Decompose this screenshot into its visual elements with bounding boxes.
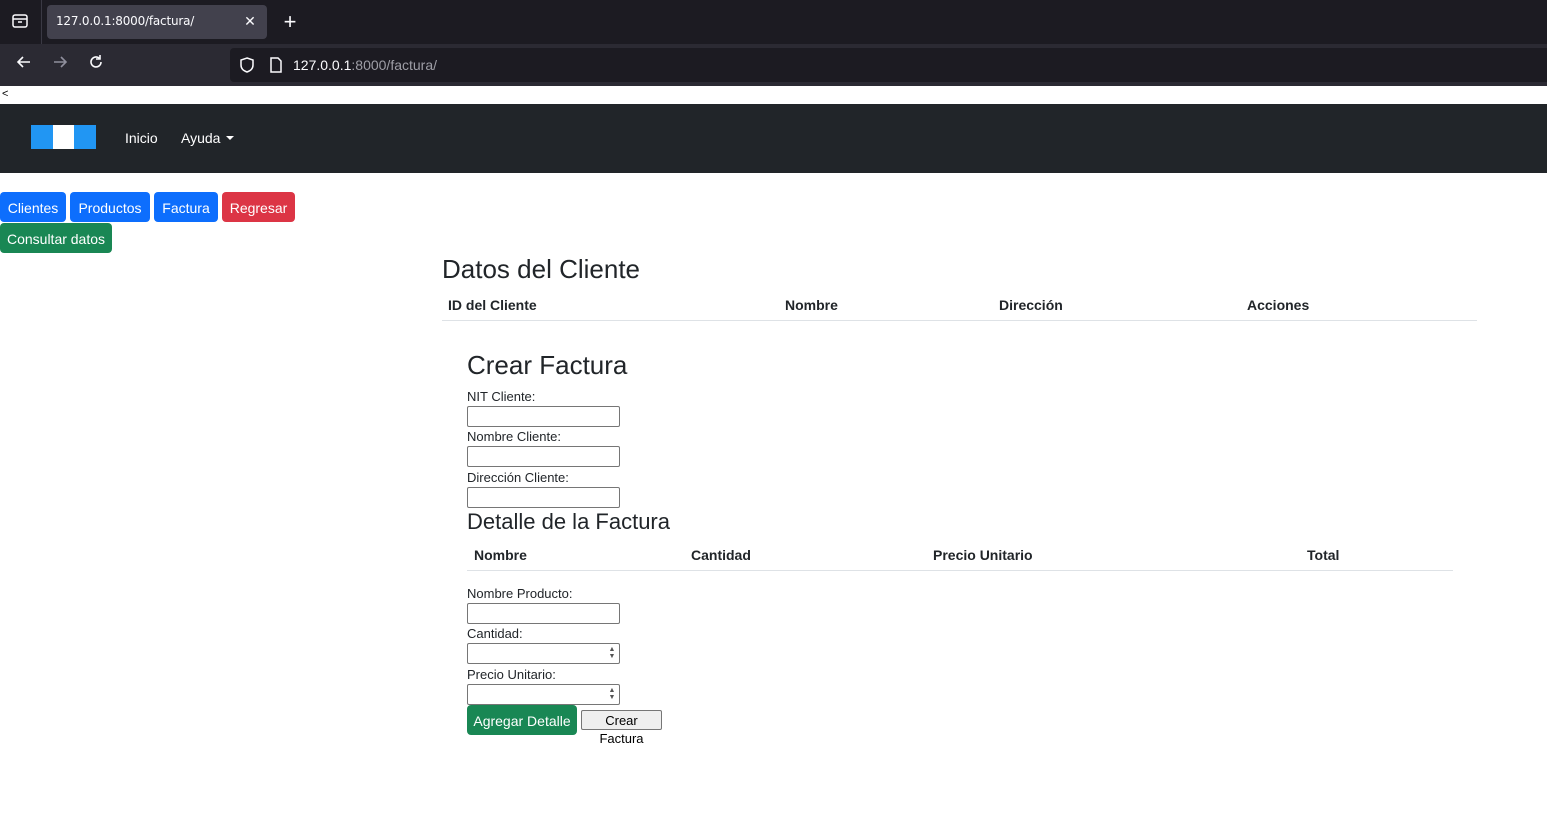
nombre-cliente-label: Nombre Cliente: xyxy=(467,429,561,444)
shield-icon[interactable] xyxy=(238,56,256,74)
nit-cliente-label: NIT Cliente: xyxy=(467,389,536,404)
browser-toolbar: 127.0.0.1:8000/factura/ xyxy=(0,44,1547,86)
crear-factura-title: Crear Factura xyxy=(467,350,628,380)
cantidad-label: Cantidad: xyxy=(467,626,523,641)
clientes-table-header: ID del Cliente Nombre Dirección Acciones xyxy=(442,297,1477,321)
clientes-title: Datos del Cliente xyxy=(442,254,640,284)
th-cantidad: Cantidad xyxy=(691,547,751,563)
browser-tab-bar: 127.0.0.1:8000/factura/ ✕ + xyxy=(0,0,1547,44)
nav-dropdown-ayuda[interactable]: Ayuda xyxy=(181,130,235,146)
nav-link-inicio[interactable]: Inicio xyxy=(125,130,158,146)
precio-spinner-icon[interactable]: ▲ ▼ xyxy=(607,687,617,702)
nit-cliente-input[interactable] xyxy=(467,406,620,427)
cantidad-spinner-icon[interactable]: ▲ ▼ xyxy=(607,646,617,661)
nombre-producto-input[interactable] xyxy=(467,603,620,624)
page-content: < Inicio Ayuda Clientes Productos Factur… xyxy=(0,86,1547,816)
precio-unitario-input[interactable]: ▲ ▼ xyxy=(467,684,620,705)
th-direccion: Dirección xyxy=(999,297,1063,313)
th-total: Total xyxy=(1307,547,1340,563)
cantidad-input[interactable]: ▲ ▼ xyxy=(467,643,620,664)
stray-text: < xyxy=(2,88,9,100)
nav-dropdown-label: Ayuda xyxy=(181,130,221,146)
th-precio-unitario: Precio Unitario xyxy=(933,547,1033,563)
detalle-table-header: Nombre Cantidad Precio Unitario Total xyxy=(467,547,1453,571)
browser-tab[interactable]: 127.0.0.1:8000/factura/ ✕ xyxy=(47,5,267,39)
direccion-cliente-label: Dirección Cliente: xyxy=(467,470,569,485)
consultar-datos-button[interactable]: Consultar datos xyxy=(0,223,112,253)
th-detalle-nombre: Nombre xyxy=(474,547,527,563)
logo-stripe-right xyxy=(74,125,96,149)
site-navbar: Inicio Ayuda xyxy=(0,104,1547,173)
regresar-button[interactable]: Regresar xyxy=(222,192,295,222)
forward-icon[interactable] xyxy=(48,53,72,77)
nombre-producto-label: Nombre Producto: xyxy=(467,586,573,601)
url-host: 127.0.0.1 xyxy=(293,57,352,73)
caret-down-icon xyxy=(226,136,235,140)
agregar-detalle-button[interactable]: Agregar Detalle xyxy=(467,705,577,735)
tab-separator xyxy=(41,0,42,44)
productos-button[interactable]: Productos xyxy=(70,192,150,222)
page-icon xyxy=(268,56,284,74)
detalle-title: Detalle de la Factura xyxy=(467,509,670,534)
back-icon[interactable] xyxy=(12,53,36,77)
close-tab-icon[interactable]: ✕ xyxy=(241,12,259,30)
url-bar[interactable]: 127.0.0.1:8000/factura/ xyxy=(230,48,1547,82)
crear-factura-button[interactable]: Crear Factura xyxy=(581,710,662,746)
clientes-button[interactable]: Clientes xyxy=(0,192,66,222)
url-path: :8000/factura/ xyxy=(351,57,438,73)
logo-stripe-center xyxy=(53,125,74,149)
th-acciones: Acciones xyxy=(1247,297,1310,313)
factura-button[interactable]: Factura xyxy=(154,192,218,222)
nombre-cliente-input[interactable] xyxy=(467,446,620,467)
tab-title: 127.0.0.1:8000/factura/ xyxy=(56,14,195,28)
logo-stripe-left xyxy=(31,125,53,149)
reload-icon[interactable] xyxy=(84,53,108,77)
url-text[interactable]: 127.0.0.1:8000/factura/ xyxy=(293,57,437,73)
precio-unitario-label: Precio Unitario: xyxy=(467,667,556,682)
brand-logo[interactable] xyxy=(31,125,96,149)
tab-list-icon[interactable] xyxy=(10,12,30,32)
new-tab-icon[interactable]: + xyxy=(279,11,301,33)
direccion-cliente-input[interactable] xyxy=(467,487,620,508)
th-id-cliente: ID del Cliente xyxy=(448,297,537,313)
th-nombre: Nombre xyxy=(785,297,838,313)
